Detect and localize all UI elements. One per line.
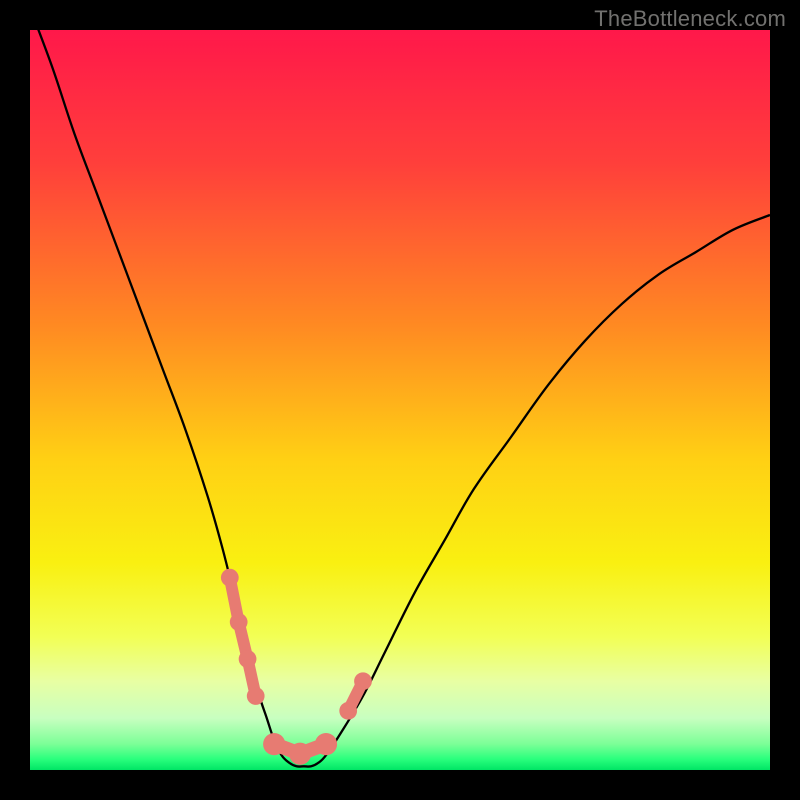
chart-frame: TheBottleneck.com [0, 0, 800, 800]
left-top-marker [221, 569, 239, 587]
left-bottom-marker [247, 687, 265, 705]
floor-mid-marker [289, 743, 311, 765]
floor-left-marker [263, 733, 285, 755]
left-lower-marker [239, 650, 257, 668]
right-lower-marker [339, 702, 357, 720]
chart-svg [30, 30, 770, 770]
right-upper-marker [354, 672, 372, 690]
watermark-text: TheBottleneck.com [594, 6, 786, 32]
left-upper-marker [230, 613, 248, 631]
gradient-background [30, 30, 770, 770]
floor-right-marker [315, 733, 337, 755]
plot-area [30, 30, 770, 770]
